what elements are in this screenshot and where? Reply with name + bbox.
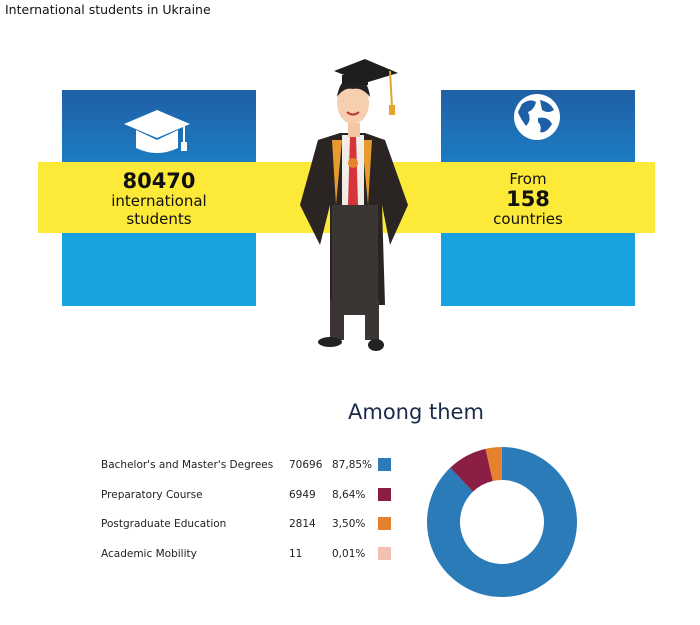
globe-icon bbox=[514, 94, 560, 140]
students-stat: 80470 international students bbox=[62, 170, 256, 228]
legend-swatch bbox=[378, 458, 391, 471]
legend-swatch bbox=[378, 517, 391, 531]
students-count: 80470 bbox=[122, 169, 196, 193]
countries-label: countries bbox=[493, 210, 563, 228]
legend-label: Bachelor's and Master's Degrees bbox=[101, 459, 274, 471]
legend-value: 11 bbox=[289, 548, 303, 561]
countries-stat: From 158 countries bbox=[441, 170, 615, 228]
legend-label: Academic Mobility bbox=[101, 548, 197, 561]
legend-label: Postgraduate Education bbox=[101, 518, 227, 531]
legend-label: Preparatory Course bbox=[101, 488, 203, 501]
legend-percent: 3,50% bbox=[332, 518, 366, 531]
legend-value: 6949 bbox=[289, 488, 316, 501]
chart-title: Among them bbox=[348, 400, 484, 424]
legend-percent: 8,64% bbox=[332, 488, 366, 501]
countries-count: 158 bbox=[506, 187, 550, 211]
students-label-2: students bbox=[126, 210, 192, 228]
graduate-illustration bbox=[300, 59, 408, 351]
legend-value: 70696 bbox=[289, 459, 323, 471]
page-title: International students in Ukraine bbox=[5, 2, 211, 17]
legend-percent: 87,85% bbox=[332, 459, 373, 471]
legend-percent: 0,01% bbox=[332, 548, 366, 561]
countries-prefix: From bbox=[509, 170, 547, 188]
graduation-cap-icon bbox=[124, 110, 190, 153]
legend-value: 2814 bbox=[289, 518, 316, 531]
legend-swatch bbox=[378, 547, 391, 561]
legend-swatch bbox=[378, 487, 391, 501]
students-label-1: international bbox=[111, 192, 207, 210]
donut-chart bbox=[427, 447, 577, 597]
